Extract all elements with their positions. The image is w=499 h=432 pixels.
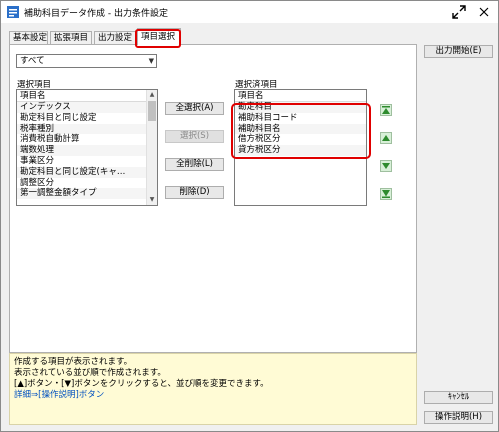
list-item[interactable]: インデックス (17, 102, 157, 113)
help-button[interactable]: 操作説明(H) (424, 411, 493, 424)
description-line: 表示されている並び順で作成されます。 (14, 368, 166, 378)
move-top-icon (382, 106, 390, 114)
list-item[interactable]: 勘定科目と同じ設定 (17, 113, 157, 124)
tab-basic[interactable]: 基本設定 (9, 31, 48, 45)
tab-highlight-box (135, 29, 181, 48)
description-line: 作成する項目が表示されます。 (14, 357, 133, 367)
list-item[interactable]: 税率種別 (17, 123, 157, 135)
chevron-down-icon[interactable]: ▼ (149, 55, 154, 67)
list-item[interactable]: 消費税自動計算 (17, 134, 157, 145)
dialog-window: 補助科目データ作成 - 出力条件設定 基本設定 拡張項目 出力設定 項目選択 す… (0, 0, 499, 432)
app-icon (7, 6, 19, 18)
move-up-icon (382, 135, 390, 141)
title-bar: 補助科目データ作成 - 出力条件設定 (1, 1, 498, 23)
move-down-button[interactable] (380, 160, 392, 172)
scroll-up-icon[interactable]: ▲ (147, 90, 157, 100)
move-down-icon (382, 163, 390, 169)
selected-items-highlight-box (231, 103, 371, 159)
move-bottom-button[interactable] (380, 188, 392, 200)
selected-list-header: 項目名 (235, 90, 366, 102)
available-list-scrollbar[interactable]: ▲ ▼ (146, 90, 157, 205)
available-list-header: 項目名 (17, 90, 157, 102)
window-title: 補助科目データ作成 - 出力条件設定 (24, 9, 168, 19)
move-top-button[interactable] (380, 104, 392, 116)
output-start-button[interactable]: 出力開始(E) (424, 45, 493, 58)
description-help-link[interactable]: 詳細⇒[操作説明]ボタン (14, 390, 412, 401)
scroll-down-icon[interactable]: ▼ (147, 195, 157, 205)
list-item[interactable]: 事業区分 (17, 156, 157, 167)
cancel-button[interactable]: ｷｬﾝｾﾙ (424, 391, 493, 404)
scroll-thumb[interactable] (148, 101, 156, 121)
list-item[interactable]: 端数処理 (17, 145, 157, 156)
select-all-button[interactable]: 全選択(A) (165, 102, 224, 115)
select-button[interactable]: 選択(S) (165, 130, 224, 143)
tab-extended[interactable]: 拡張項目 (50, 31, 92, 45)
clear-all-button[interactable]: 全削除(L) (165, 158, 224, 171)
resize-button[interactable] (450, 4, 468, 20)
filter-combo[interactable]: すべて ▼ (16, 54, 157, 68)
description-panel: 作成する項目が表示されます。 表示されている並び順で作成されます。 [▲]ボタン… (9, 353, 417, 425)
close-button[interactable] (475, 4, 493, 20)
delete-button[interactable]: 削除(D) (165, 186, 224, 199)
list-item[interactable]: 第一調整金額タイプ (17, 188, 157, 200)
filter-combo-value: すべて (20, 56, 45, 66)
close-icon (479, 7, 489, 17)
description-line: [▲]ボタン・[▼]ボタンをクリックすると、並び順を変更できます。 (14, 379, 269, 389)
move-up-button[interactable] (380, 132, 392, 144)
move-bottom-icon (382, 190, 390, 198)
list-item[interactable]: 勘定科目と同じ設定(キャ… (17, 166, 157, 178)
list-item[interactable]: 調整区分 (17, 178, 157, 189)
resize-icon (452, 5, 466, 19)
tab-output[interactable]: 出力設定 (94, 31, 136, 45)
available-list[interactable]: 項目名 インデックス 勘定科目と同じ設定 税率種別 消費税自動計算 端数処理 事業区分 勘定… (16, 89, 158, 206)
